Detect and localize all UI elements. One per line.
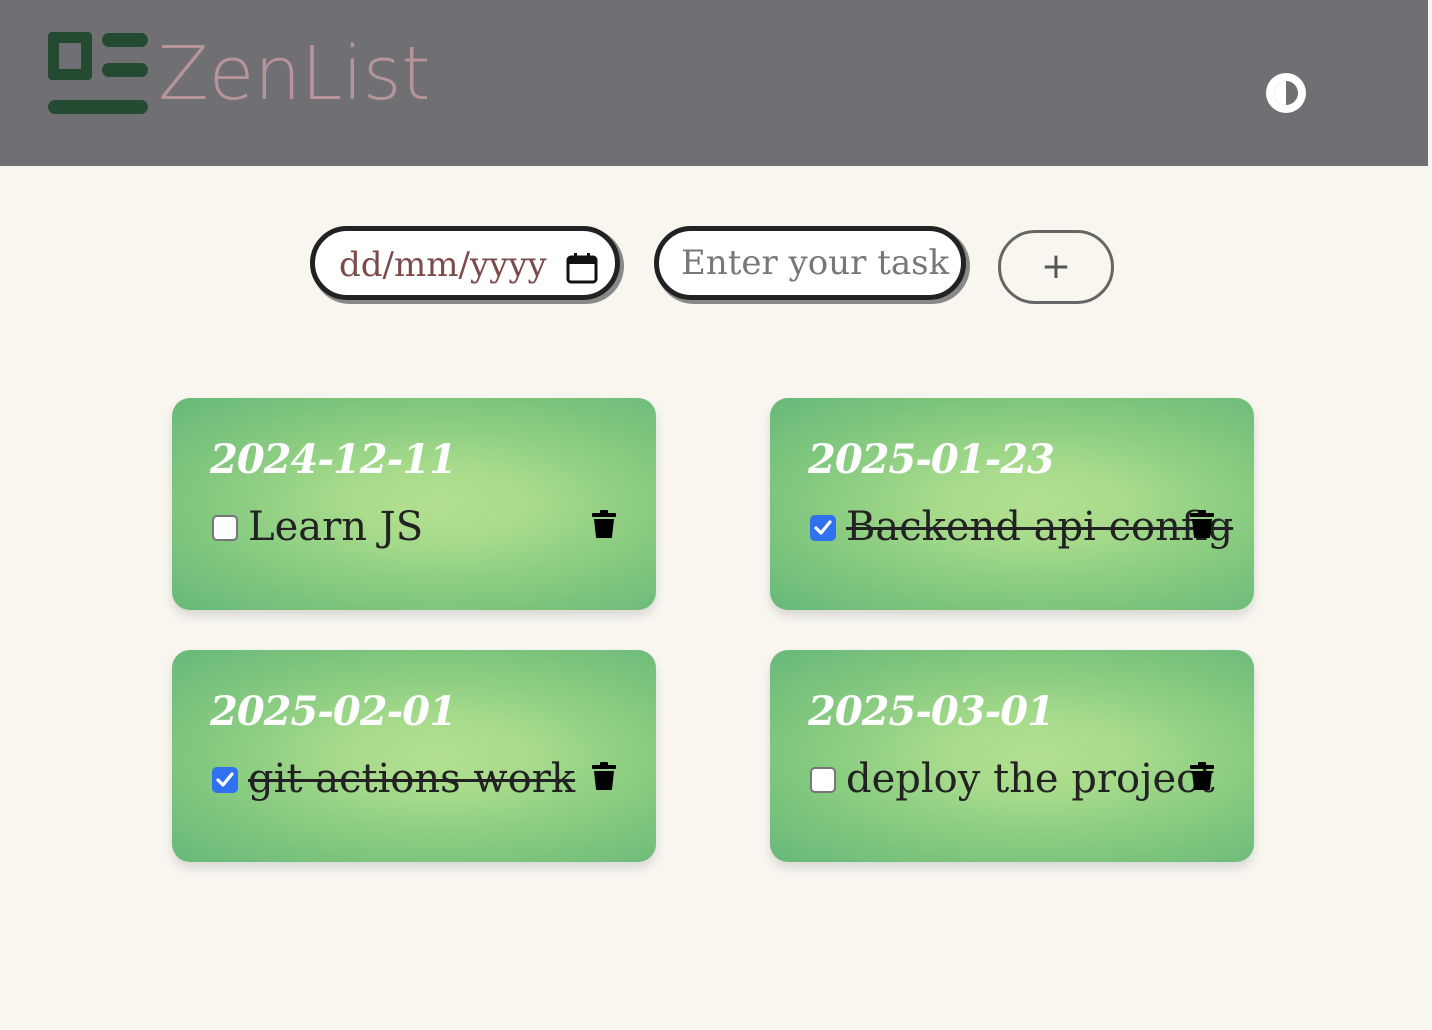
- task-text: Backend api config: [846, 504, 1234, 550]
- task-date: 2025-02-01: [210, 688, 457, 735]
- task-form: dd/mm/yyyy +: [0, 226, 1432, 308]
- task-card: 2024-12-11 Learn JS: [172, 398, 656, 610]
- trash-icon[interactable]: [592, 762, 616, 790]
- task-date: 2025-01-23: [808, 436, 1055, 483]
- task-date: 2024-12-11: [210, 436, 457, 483]
- app-title: ZenList: [158, 31, 431, 117]
- checkmark-icon: [814, 520, 832, 535]
- app-header: ZenList: [0, 0, 1428, 166]
- checkmark-icon: [216, 772, 234, 787]
- trash-icon[interactable]: [1190, 762, 1214, 790]
- task-card: 2025-02-01 git actions work: [172, 650, 656, 862]
- date-input[interactable]: dd/mm/yyyy: [310, 226, 620, 300]
- add-task-button[interactable]: +: [998, 230, 1114, 304]
- layout-list-icon: [48, 32, 148, 114]
- task-text: deploy the project: [846, 756, 1215, 802]
- trash-icon[interactable]: [592, 510, 616, 538]
- date-placeholder: dd/mm/yyyy: [339, 245, 547, 285]
- trash-icon[interactable]: [1190, 510, 1214, 538]
- task-checkbox[interactable]: [212, 767, 238, 793]
- task-checkbox[interactable]: [212, 515, 238, 541]
- calendar-icon[interactable]: [565, 251, 599, 285]
- task-date: 2025-03-01: [808, 688, 1055, 735]
- task-checkbox[interactable]: [810, 515, 836, 541]
- task-checkbox[interactable]: [810, 767, 836, 793]
- task-card: 2025-01-23 Backend api config: [770, 398, 1254, 610]
- task-input[interactable]: [654, 226, 966, 300]
- task-card: 2025-03-01 deploy the project: [770, 650, 1254, 862]
- task-text: Learn JS: [248, 504, 424, 550]
- task-text: git actions work: [248, 756, 576, 802]
- contrast-icon[interactable]: [1264, 71, 1308, 115]
